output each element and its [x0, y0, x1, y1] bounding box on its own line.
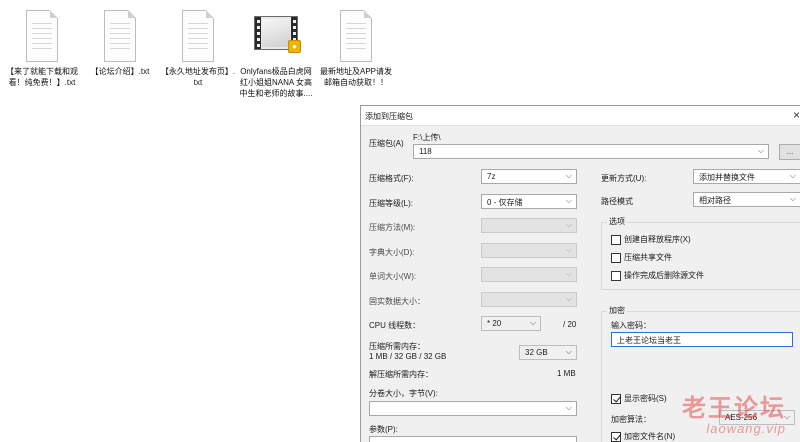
word-select: ⌵	[481, 267, 577, 282]
chevron-down-icon: ⌵	[565, 269, 572, 278]
update-select[interactable]: 添加并替换文件 ⌵	[693, 169, 800, 184]
checkbox-box[interactable]	[611, 270, 621, 281]
checkbox-box[interactable]	[611, 252, 621, 263]
chevron-down-icon[interactable]: ⌵	[566, 403, 572, 413]
shared-label: 压缩共享文件	[624, 253, 672, 262]
solid-label: 固实数据大小：	[369, 297, 425, 306]
mem-detail: 1 MB / 32 GB / 32 GB	[369, 352, 447, 361]
file-name: Onlyfans极品白虎网红小姐姐NANA 女高中生和老师的故事....	[239, 67, 313, 98]
checkmark-icon[interactable]	[611, 393, 621, 404]
options-title: 选项	[607, 216, 627, 227]
chevron-down-icon: ⌵	[565, 220, 572, 229]
path-mode-label: 路径模式	[601, 197, 633, 206]
cpu-label: CPU 线程数：	[369, 321, 421, 330]
chevron-down-icon: ⌵	[565, 347, 572, 356]
show-password-checkbox[interactable]: 显示密码(S)	[611, 393, 667, 404]
password-value: 上老王论坛当老王	[617, 336, 681, 345]
file-name: 【来了就能下载和观看！纯免费！】.txt	[6, 67, 78, 87]
text-file-icon	[100, 10, 140, 62]
desktop-file-2[interactable]: 【论坛介绍】.txt	[82, 10, 158, 77]
dict-select: ⌵	[481, 243, 577, 258]
checkmark-icon[interactable]	[611, 431, 621, 442]
file-name: 【永久地址发布页】.txt	[160, 67, 236, 87]
level-label: 压缩等级(L):	[369, 199, 413, 208]
params-label: 参数(P):	[369, 425, 398, 434]
chevron-down-icon: ⌵	[565, 196, 572, 205]
mem-value: 32 GB	[525, 348, 548, 357]
chevron-down-icon: ⌵	[789, 194, 796, 203]
sfx-label: 创建自释放程序(X)	[624, 235, 691, 244]
watermark-text: 老王论坛	[682, 393, 786, 422]
method-label: 压缩方法(M):	[369, 223, 416, 232]
archive-name-value: 118	[419, 147, 432, 156]
format-label: 压缩格式(F):	[369, 174, 414, 183]
cpu-value: * 20	[487, 319, 502, 328]
word-label: 单词大小(W):	[369, 272, 417, 281]
file-name: 【论坛介绍】.txt	[90, 67, 150, 76]
method-select: ⌵	[481, 218, 577, 233]
mem-label: 压缩所需内存：	[369, 342, 425, 351]
watermark: 老王论坛 laowang.vip	[682, 393, 786, 437]
archive-name-combo[interactable]: 118 ⌵	[413, 144, 769, 159]
video-file-icon: ●	[254, 10, 301, 62]
split-label: 分卷大小，字节(V):	[369, 389, 438, 398]
text-file-icon	[336, 10, 376, 62]
cpu-max: / 20	[563, 320, 577, 329]
params-input[interactable]	[369, 436, 577, 442]
solid-select: ⌵	[481, 292, 577, 307]
desktop-file-1[interactable]: 【来了就能下载和观看！纯免费！】.txt	[4, 10, 80, 88]
update-label: 更新方式(U):	[601, 174, 647, 183]
decomp-label: 解压缩所需内存：	[369, 370, 433, 379]
chevron-down-icon: ⌵	[565, 171, 572, 180]
update-value: 添加并替换文件	[699, 173, 755, 182]
archive-label: 压缩包(A)	[369, 139, 404, 148]
dict-label: 字典大小(D):	[369, 248, 415, 257]
chevron-down-icon: ⌵	[529, 318, 536, 327]
dialog-title: 添加到压缩包	[365, 112, 413, 121]
encryption-title: 加密	[607, 305, 627, 316]
decomp-value: 1 MB	[557, 369, 576, 378]
password-label: 输入密码：	[611, 321, 651, 330]
delete-source-checkbox[interactable]: 操作完成后删除源文件	[611, 270, 704, 281]
dialog-titlebar[interactable]: 添加到压缩包 ×	[361, 106, 800, 126]
desktop-file-3[interactable]: 【永久地址发布页】.txt	[160, 10, 236, 88]
file-name: 最新地址及APP请发邮箱自动获取！！	[319, 67, 392, 87]
add-to-archive-dialog: 添加到压缩包 × 压缩包(A) F:\上传\ 118 ⌵ ... 压缩格式(F)…	[360, 105, 800, 442]
delete-source-label: 操作完成后删除源文件	[624, 271, 704, 280]
browse-button[interactable]: ...	[779, 144, 800, 160]
desktop-file-5[interactable]: 最新地址及APP请发邮箱自动获取！！	[318, 10, 394, 88]
text-file-icon	[22, 10, 62, 62]
split-combo[interactable]: ⌵	[369, 401, 577, 416]
encrypt-names-checkbox[interactable]: 加密文件名(N)	[611, 431, 675, 442]
sfx-checkbox[interactable]: 创建自释放程序(X)	[611, 234, 691, 245]
format-value: 7z	[487, 172, 496, 181]
checkbox-box[interactable]	[611, 234, 621, 245]
cpu-select[interactable]: * 20 ⌵	[481, 316, 541, 331]
level-value: 0 - 仅存储	[487, 198, 523, 207]
chevron-down-icon[interactable]: ⌵	[758, 146, 764, 156]
chevron-down-icon: ⌵	[789, 171, 796, 180]
text-file-icon	[178, 10, 218, 62]
watermark-url: laowang.vip	[706, 421, 786, 436]
shared-checkbox[interactable]: 压缩共享文件	[611, 252, 672, 263]
archive-path: F:\上传\	[413, 133, 441, 142]
chevron-down-icon: ⌵	[565, 245, 572, 254]
chevron-down-icon: ⌵	[565, 294, 572, 303]
desktop-file-4[interactable]: ● Onlyfans极品白虎网红小姐姐NANA 女高中生和老师的故事....	[238, 10, 314, 99]
close-icon[interactable]: ×	[793, 108, 800, 122]
show-password-label: 显示密码(S)	[624, 394, 667, 403]
level-select[interactable]: 0 - 仅存储 ⌵	[481, 194, 577, 209]
mem-select[interactable]: 32 GB ⌵	[519, 345, 577, 360]
path-mode-select[interactable]: 相对路径 ⌵	[693, 192, 800, 207]
format-select[interactable]: 7z ⌵	[481, 169, 577, 184]
password-input[interactable]: 上老王论坛当老王	[611, 332, 793, 347]
path-mode-value: 相对路径	[699, 196, 731, 205]
player-badge-icon: ●	[288, 40, 301, 53]
algo-label: 加密算法：	[611, 415, 651, 424]
encrypt-names-label: 加密文件名(N)	[624, 432, 676, 441]
